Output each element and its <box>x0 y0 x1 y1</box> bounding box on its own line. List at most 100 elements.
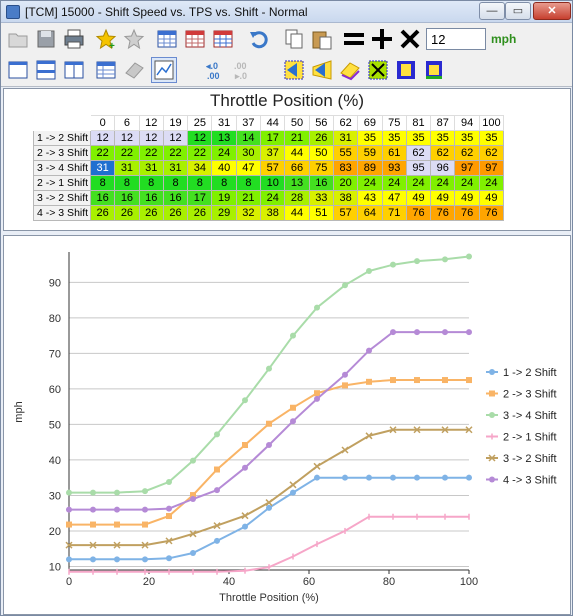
table-cell[interactable]: 35 <box>454 130 480 146</box>
table-cell[interactable]: 61 <box>381 145 407 161</box>
table-cell[interactable]: 10 <box>260 175 286 191</box>
table-cell[interactable]: 26 <box>89 205 116 221</box>
table-cell[interactable]: 28 <box>284 190 310 206</box>
table-cell[interactable]: 76 <box>454 205 480 221</box>
table-cell[interactable]: 17 <box>260 130 286 146</box>
table-cell[interactable]: 49 <box>478 190 505 206</box>
table-cell[interactable]: 16 <box>162 190 189 206</box>
table-cell[interactable]: 22 <box>162 145 189 161</box>
table-cell[interactable]: 17 <box>187 190 213 206</box>
table-cell[interactable]: 62 <box>454 145 480 161</box>
table-cell[interactable]: 35 <box>405 130 432 146</box>
table-properties-icon[interactable] <box>93 57 119 83</box>
table-cell[interactable]: 96 <box>430 160 456 176</box>
copy-icon[interactable] <box>281 26 307 52</box>
undo-icon[interactable] <box>246 26 272 52</box>
table-cell[interactable]: 24 <box>260 190 286 206</box>
table-cell[interactable]: 8 <box>187 175 213 191</box>
table-cell[interactable]: 35 <box>478 130 505 146</box>
table-cell[interactable]: 62 <box>405 145 432 161</box>
minimize-button[interactable]: — <box>479 2 505 20</box>
table-cell[interactable]: 35 <box>357 130 383 146</box>
table-cell[interactable]: 32 <box>235 205 262 221</box>
table-cell[interactable]: 22 <box>89 145 116 161</box>
interpolate-vertical-icon[interactable] <box>309 57 335 83</box>
table-cell[interactable]: 49 <box>405 190 432 206</box>
table-cell[interactable]: 12 <box>187 130 213 146</box>
table-cell[interactable]: 12 <box>138 130 164 146</box>
table-cell[interactable]: 93 <box>381 160 407 176</box>
interpolate-horizontal-icon[interactable] <box>281 57 307 83</box>
add-favorite-icon[interactable]: + <box>93 26 119 52</box>
table-cell[interactable]: 16 <box>114 190 140 206</box>
table-cell[interactable]: 26 <box>187 205 213 221</box>
table-cell[interactable]: 44 <box>284 205 310 221</box>
table-cell[interactable]: 31 <box>89 160 116 176</box>
table-cell[interactable]: 64 <box>357 205 383 221</box>
table-cell[interactable]: 8 <box>114 175 140 191</box>
table-cell[interactable]: 30 <box>235 145 262 161</box>
table-cell[interactable]: 24 <box>357 175 383 191</box>
fill-selection-icon[interactable] <box>421 57 447 83</box>
table-cell[interactable]: 55 <box>332 145 359 161</box>
table-cell[interactable]: 44 <box>284 145 310 161</box>
table-cell[interactable]: 33 <box>308 190 334 206</box>
table-compare-icon[interactable] <box>182 26 208 52</box>
interpolate-fill-icon[interactable] <box>337 57 363 83</box>
multiply-value-icon[interactable] <box>397 26 423 52</box>
table-cell[interactable]: 38 <box>260 205 286 221</box>
print-icon[interactable] <box>61 26 87 52</box>
table-cell[interactable]: 22 <box>187 145 213 161</box>
maximize-button[interactable]: ▭ <box>505 2 531 20</box>
save-icon[interactable] <box>33 26 59 52</box>
split-vertical-icon[interactable] <box>61 57 87 83</box>
table-cell[interactable]: 19 <box>211 190 237 206</box>
table-cell[interactable]: 31 <box>114 160 140 176</box>
table-cell[interactable]: 21 <box>284 130 310 146</box>
table-cell[interactable]: 35 <box>430 130 456 146</box>
table-cell[interactable]: 16 <box>138 190 164 206</box>
value-input[interactable] <box>426 28 486 50</box>
table-cell[interactable]: 12 <box>114 130 140 146</box>
table-cell[interactable]: 66 <box>284 160 310 176</box>
table-cell[interactable]: 24 <box>430 175 456 191</box>
surface-3d-icon[interactable] <box>121 57 147 83</box>
table-cell[interactable]: 12 <box>162 130 189 146</box>
graph-view-icon[interactable] <box>151 57 177 83</box>
table-cell[interactable]: 43 <box>357 190 383 206</box>
table-cell[interactable]: 35 <box>381 130 407 146</box>
table-cell[interactable]: 49 <box>454 190 480 206</box>
table-cell[interactable]: 76 <box>478 205 505 221</box>
table-cell[interactable]: 14 <box>235 130 262 146</box>
table-cell[interactable]: 12 <box>89 130 116 146</box>
remove-favorite-icon[interactable] <box>121 26 147 52</box>
table-cell[interactable]: 47 <box>235 160 262 176</box>
interpolate-all-icon[interactable] <box>365 57 391 83</box>
table-cell[interactable]: 21 <box>235 190 262 206</box>
table-cell[interactable]: 22 <box>114 145 140 161</box>
table-cell[interactable]: 62 <box>430 145 456 161</box>
table-cell[interactable]: 31 <box>138 160 164 176</box>
table-cell[interactable]: 26 <box>162 205 189 221</box>
table-cell[interactable]: 38 <box>332 190 359 206</box>
table-cell[interactable]: 24 <box>478 175 505 191</box>
table-cell[interactable]: 24 <box>381 175 407 191</box>
table-cell[interactable]: 76 <box>405 205 432 221</box>
table-cell[interactable]: 8 <box>89 175 116 191</box>
table-cell[interactable]: 8 <box>138 175 164 191</box>
table-cell[interactable]: 24 <box>454 175 480 191</box>
table-cell[interactable]: 97 <box>478 160 505 176</box>
table-diff-icon[interactable] <box>210 26 236 52</box>
table-cell[interactable]: 16 <box>308 175 334 191</box>
table-cell[interactable]: 40 <box>211 160 237 176</box>
table-cell[interactable]: 24 <box>211 145 237 161</box>
table-cell[interactable]: 29 <box>211 205 237 221</box>
table-cell[interactable]: 89 <box>357 160 383 176</box>
table-cell[interactable]: 71 <box>381 205 407 221</box>
table-cell[interactable]: 50 <box>308 145 334 161</box>
table-cell[interactable]: 8 <box>162 175 189 191</box>
table-cell[interactable]: 62 <box>478 145 505 161</box>
table-cell[interactable]: 31 <box>162 160 189 176</box>
table-cell[interactable]: 26 <box>308 130 334 146</box>
table-cell[interactable]: 20 <box>332 175 359 191</box>
